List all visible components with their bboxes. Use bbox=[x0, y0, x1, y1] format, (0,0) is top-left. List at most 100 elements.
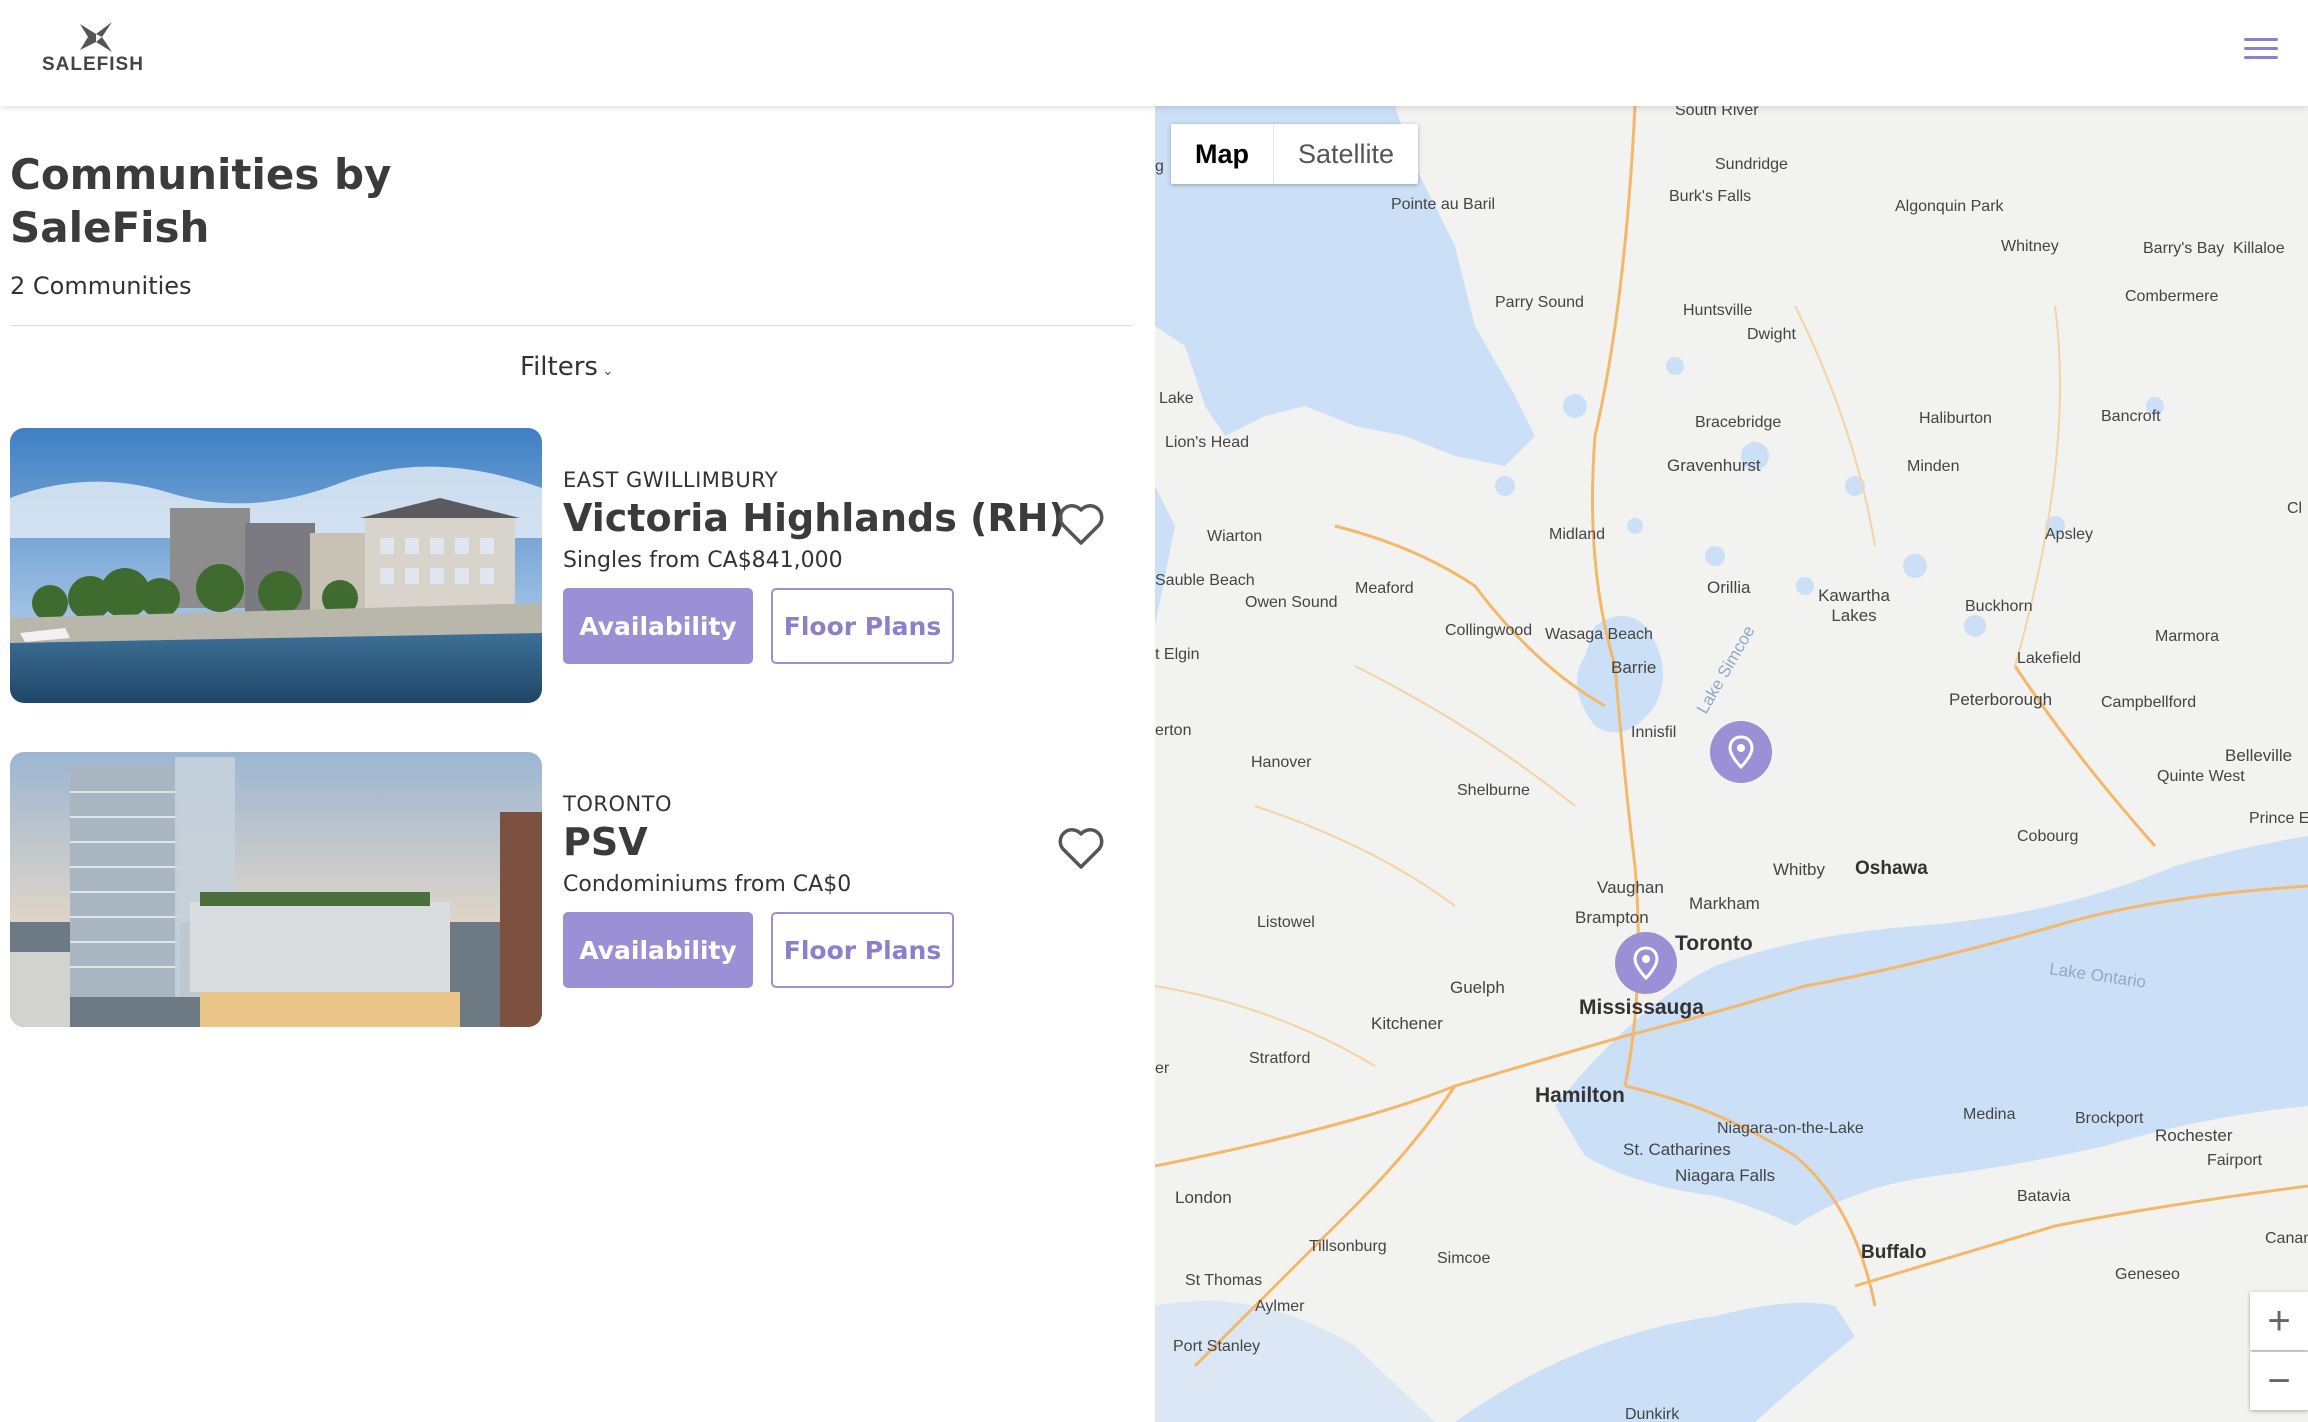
map-label: South River bbox=[1675, 106, 1759, 119]
map-label: Gravenhurst bbox=[1667, 456, 1761, 475]
map-type-map[interactable]: Map bbox=[1171, 124, 1273, 184]
communities-count: 2 Communities bbox=[10, 272, 192, 300]
community-photo[interactable] bbox=[10, 752, 542, 1027]
zoom-in-button[interactable]: + bbox=[2250, 1292, 2308, 1350]
map-label: Wiarton bbox=[1207, 528, 1263, 545]
salefish-logo[interactable]: SALEFISH bbox=[42, 20, 152, 80]
map-label: Minden bbox=[1907, 458, 1960, 475]
map-label: Markham bbox=[1689, 894, 1760, 913]
community-region: EAST GWILLIMBURY bbox=[563, 468, 779, 492]
map-label: Toronto bbox=[1675, 932, 1753, 955]
map-label: Dunkirk bbox=[1625, 1406, 1680, 1422]
map-label: Innisfil bbox=[1631, 724, 1677, 741]
page-title: Communities by SaleFish bbox=[10, 150, 392, 252]
map-label: Cl bbox=[2287, 500, 2303, 517]
map-label: Hamilton bbox=[1535, 1084, 1625, 1107]
map-label: Buffalo bbox=[1861, 1242, 1927, 1263]
map-label: Buckhorn bbox=[1965, 598, 2033, 615]
map-label: Wasaga Beach bbox=[1545, 626, 1653, 643]
communities-panel: Communities by SaleFish 2 Communities Fi… bbox=[0, 106, 1155, 1422]
favorite-heart-icon[interactable] bbox=[1057, 502, 1105, 546]
filters-label: Filters bbox=[520, 352, 598, 382]
map-label: erton bbox=[1155, 722, 1192, 739]
map-label: Kawartha Lakes bbox=[1818, 586, 1890, 625]
map-label: Huntsville bbox=[1683, 302, 1753, 319]
map-label: Burk's Falls bbox=[1669, 188, 1752, 205]
map-label: Whitby bbox=[1773, 860, 1825, 879]
map-label: er bbox=[1155, 1060, 1170, 1077]
map-label: Pointe au Baril bbox=[1391, 196, 1496, 213]
map-label: Fairport bbox=[2207, 1152, 2263, 1169]
map-label: g bbox=[1155, 158, 1164, 175]
community-region: TORONTO bbox=[563, 792, 673, 816]
top-header: SALEFISH bbox=[0, 0, 2308, 106]
community-card: EAST GWILLIMBURY Victoria Highlands (RH)… bbox=[10, 428, 1140, 703]
map-label: Campbellford bbox=[2101, 694, 2197, 711]
map-label: Cobourg bbox=[2017, 828, 2079, 845]
map-label: Simcoe bbox=[1437, 1250, 1491, 1267]
map-label: Port Stanley bbox=[1173, 1338, 1261, 1355]
map-label: Lion's Head bbox=[1165, 434, 1249, 451]
map-label: Meaford bbox=[1355, 580, 1414, 597]
community-price: Singles from CA$841,000 bbox=[563, 548, 843, 573]
map-label: Sundridge bbox=[1715, 156, 1788, 173]
map-label: Apsley bbox=[2045, 526, 2094, 543]
map-type-satellite[interactable]: Satellite bbox=[1273, 124, 1418, 184]
map-label: Hanover bbox=[1251, 754, 1312, 771]
map-label: Stratford bbox=[1249, 1050, 1311, 1067]
filters-toggle[interactable]: Filters ⌄ bbox=[520, 352, 614, 382]
map-type-toggle: Map Satellite bbox=[1171, 124, 1419, 184]
map-label: Shelburne bbox=[1457, 782, 1530, 799]
map-label: Rochester bbox=[2155, 1126, 2233, 1145]
map-label: Tillsonburg bbox=[1309, 1238, 1387, 1255]
chevron-down-icon: ⌄ bbox=[601, 363, 614, 379]
map-marker-victoria-highlands[interactable] bbox=[1710, 721, 1772, 783]
divider bbox=[10, 325, 1132, 326]
floor-plans-button[interactable]: Floor Plans bbox=[771, 588, 954, 664]
map-label: Bancroft bbox=[2101, 408, 2161, 425]
map-label: Peterborough bbox=[1949, 690, 2053, 709]
map-label: St Thomas bbox=[1185, 1272, 1263, 1289]
map-label: Killaloe bbox=[2233, 240, 2285, 257]
map-label: Orillia bbox=[1707, 578, 1751, 597]
map-label: Bracebridge bbox=[1695, 414, 1782, 431]
map-label: Barrie bbox=[1611, 658, 1657, 677]
availability-button[interactable]: Availability bbox=[563, 912, 753, 988]
map-label: Combermere bbox=[2125, 288, 2219, 305]
favorite-heart-icon[interactable] bbox=[1057, 826, 1105, 870]
community-name[interactable]: PSV bbox=[563, 820, 648, 864]
map-label: St. Catharines bbox=[1623, 1140, 1731, 1159]
map-label: London bbox=[1175, 1188, 1232, 1207]
map-label: Marmora bbox=[2155, 628, 2220, 645]
hamburger-menu-icon[interactable] bbox=[2244, 38, 2278, 66]
community-card: TORONTO PSV Condominiums from CA$0 Avail… bbox=[10, 752, 1140, 1027]
map-label: Oshawa bbox=[1855, 858, 1928, 879]
map-label: Lake bbox=[1159, 390, 1194, 407]
zoom-out-button[interactable]: − bbox=[2250, 1352, 2308, 1410]
map-label: Dwight bbox=[1747, 326, 1796, 343]
map-label: Guelph bbox=[1450, 978, 1505, 997]
map-label: Belleville bbox=[2225, 746, 2293, 765]
map-label: Parry Sound bbox=[1495, 294, 1584, 311]
map-label: t Elgin bbox=[1155, 646, 1200, 663]
map-label: Collingwood bbox=[1445, 622, 1533, 639]
map-label: Midland bbox=[1549, 526, 1606, 543]
map-label: Batavia bbox=[2017, 1188, 2071, 1205]
map-label: Mississauga bbox=[1579, 996, 1704, 1019]
location-pin-icon bbox=[1633, 946, 1659, 981]
map-label: Canand bbox=[2265, 1230, 2308, 1247]
community-name[interactable]: Victoria Highlands (RH) bbox=[563, 496, 1066, 540]
map-view[interactable]: Map Satellite South River Sundridge Burk… bbox=[1155, 106, 2308, 1422]
map-marker-psv[interactable] bbox=[1615, 932, 1677, 994]
map-label: Haliburton bbox=[1919, 410, 1992, 427]
map-label: Kitchener bbox=[1371, 1014, 1443, 1033]
map-label: Barry's Bay bbox=[2143, 240, 2225, 257]
availability-button[interactable]: Availability bbox=[563, 588, 753, 664]
fish-logo-icon bbox=[80, 22, 112, 52]
floor-plans-button[interactable]: Floor Plans bbox=[771, 912, 954, 988]
map-label: Brampton bbox=[1575, 908, 1649, 927]
map-label: Vaughan bbox=[1597, 878, 1664, 897]
community-photo[interactable] bbox=[10, 428, 542, 703]
map-label: Whitney bbox=[2001, 238, 2059, 255]
map-label: Geneseo bbox=[2115, 1266, 2180, 1283]
